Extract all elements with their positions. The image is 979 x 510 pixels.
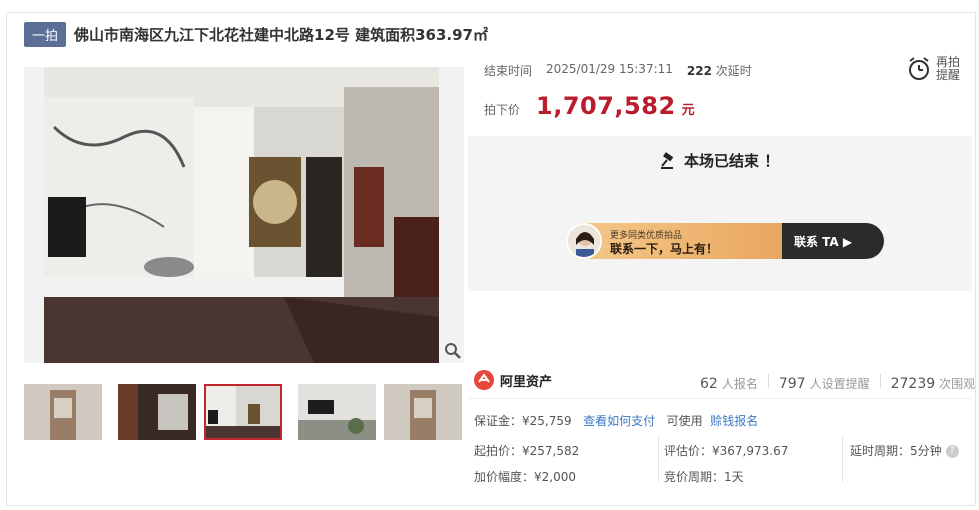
platform-name: 阿里资产 bbox=[500, 374, 553, 390]
ali-asset-logo-icon bbox=[474, 370, 494, 390]
signup-label: 人报名 bbox=[721, 377, 758, 391]
thumbnail-1[interactable] bbox=[24, 384, 102, 440]
auction-round-tag: 一拍 bbox=[24, 21, 67, 47]
contact-button[interactable]: 联系 TA ▶ bbox=[794, 233, 852, 250]
thumbnail-strip bbox=[24, 384, 464, 442]
stats-divider bbox=[767, 374, 769, 388]
remind-label: 再拍提醒 bbox=[936, 55, 961, 82]
help-icon[interactable]: ? bbox=[945, 445, 959, 458]
column-divider bbox=[842, 436, 843, 482]
play-arrow-icon: ▶ bbox=[842, 235, 853, 249]
view-label: 次围观 bbox=[939, 377, 976, 391]
thumbnail-3[interactable] bbox=[204, 384, 282, 440]
alarm-clock-icon bbox=[909, 57, 929, 80]
thumbnail-2[interactable] bbox=[118, 384, 196, 440]
column-divider bbox=[658, 436, 659, 482]
avatar bbox=[566, 223, 602, 259]
deposit-label: 保证金： bbox=[474, 414, 523, 428]
deposit-value: ¥25,759 bbox=[522, 414, 572, 428]
title-row: 一拍 佛山市南海区九江下北花社建中北路12号 建筑面积363.97㎡ bbox=[24, 21, 488, 47]
status-text: 本场已结束 ！ bbox=[684, 152, 780, 170]
appraisal-price: 评估价：¥367,973.67 bbox=[664, 444, 789, 458]
delay-suffix: 次延时 bbox=[715, 64, 752, 78]
thumbnail-5[interactable] bbox=[384, 384, 462, 440]
delay-count: 222 bbox=[686, 64, 712, 78]
zoom-icon[interactable] bbox=[444, 342, 462, 360]
price-row: 拍下价 1,707,582 元 bbox=[484, 92, 695, 120]
platform-brand: 阿里资产 bbox=[474, 370, 552, 390]
price-label: 拍下价 bbox=[484, 103, 521, 117]
delay-period-row: 延时周期：5分钟? bbox=[850, 442, 959, 459]
property-photo[interactable] bbox=[44, 67, 439, 363]
end-time-label: 结束时间 bbox=[484, 64, 533, 78]
start-price: 起拍价：¥257,582 bbox=[474, 444, 580, 458]
stats-row: 62 人报名 797 人设置提醒 27239 次围观 bbox=[700, 374, 975, 392]
end-time-row: 结束时间 2025/01/29 15:37:11 222 次延时 bbox=[484, 62, 752, 79]
how-to-pay-link[interactable]: 查看如何支付 bbox=[583, 414, 655, 428]
reminder-label: 人设置提醒 bbox=[809, 377, 870, 391]
delay-info: 222 次延时 bbox=[687, 62, 752, 79]
deposit-row: 保证金：¥25,759 查看如何支付 可使用 赊钱报名 bbox=[474, 412, 758, 429]
gavel-icon bbox=[661, 151, 674, 169]
page-title: 佛山市南海区九江下北花社建中北路12号 建筑面积363.97㎡ bbox=[74, 25, 488, 44]
delay-period: 延时周期：5分钟 bbox=[850, 444, 942, 458]
signup-count: 62 bbox=[700, 376, 718, 392]
banner-title: 联系一下，马上有！ bbox=[610, 242, 719, 256]
reminder-count: 797 bbox=[778, 376, 806, 392]
status-box: 本场已结束 ！ bbox=[468, 136, 972, 291]
credit-signup-link[interactable]: 赊钱报名 bbox=[710, 414, 758, 428]
divider bbox=[468, 398, 972, 399]
main-image-viewer[interactable] bbox=[24, 67, 464, 363]
final-price: 1,707,582 bbox=[536, 92, 676, 120]
contact-button-label: 联系 TA bbox=[794, 235, 839, 249]
view-count: 27239 bbox=[890, 376, 936, 392]
can-use-label: 可使用 bbox=[666, 414, 703, 428]
bid-increment: 加价幅度：¥2,000 bbox=[474, 470, 576, 484]
price-unit: 元 bbox=[681, 103, 695, 118]
thumbnail-4[interactable] bbox=[298, 384, 376, 440]
auction-status: 本场已结束 ！ bbox=[660, 150, 779, 171]
contact-banner[interactable]: 更多同类优质拍品 联系一下，马上有！ 联系 TA ▶ bbox=[566, 223, 884, 259]
stats-divider bbox=[879, 374, 881, 388]
end-time-value: 2025/01/29 15:37:11 bbox=[546, 62, 673, 76]
remind-button[interactable]: 再拍提醒 bbox=[906, 52, 972, 86]
bid-period: 竞价周期：1天 bbox=[664, 470, 744, 484]
